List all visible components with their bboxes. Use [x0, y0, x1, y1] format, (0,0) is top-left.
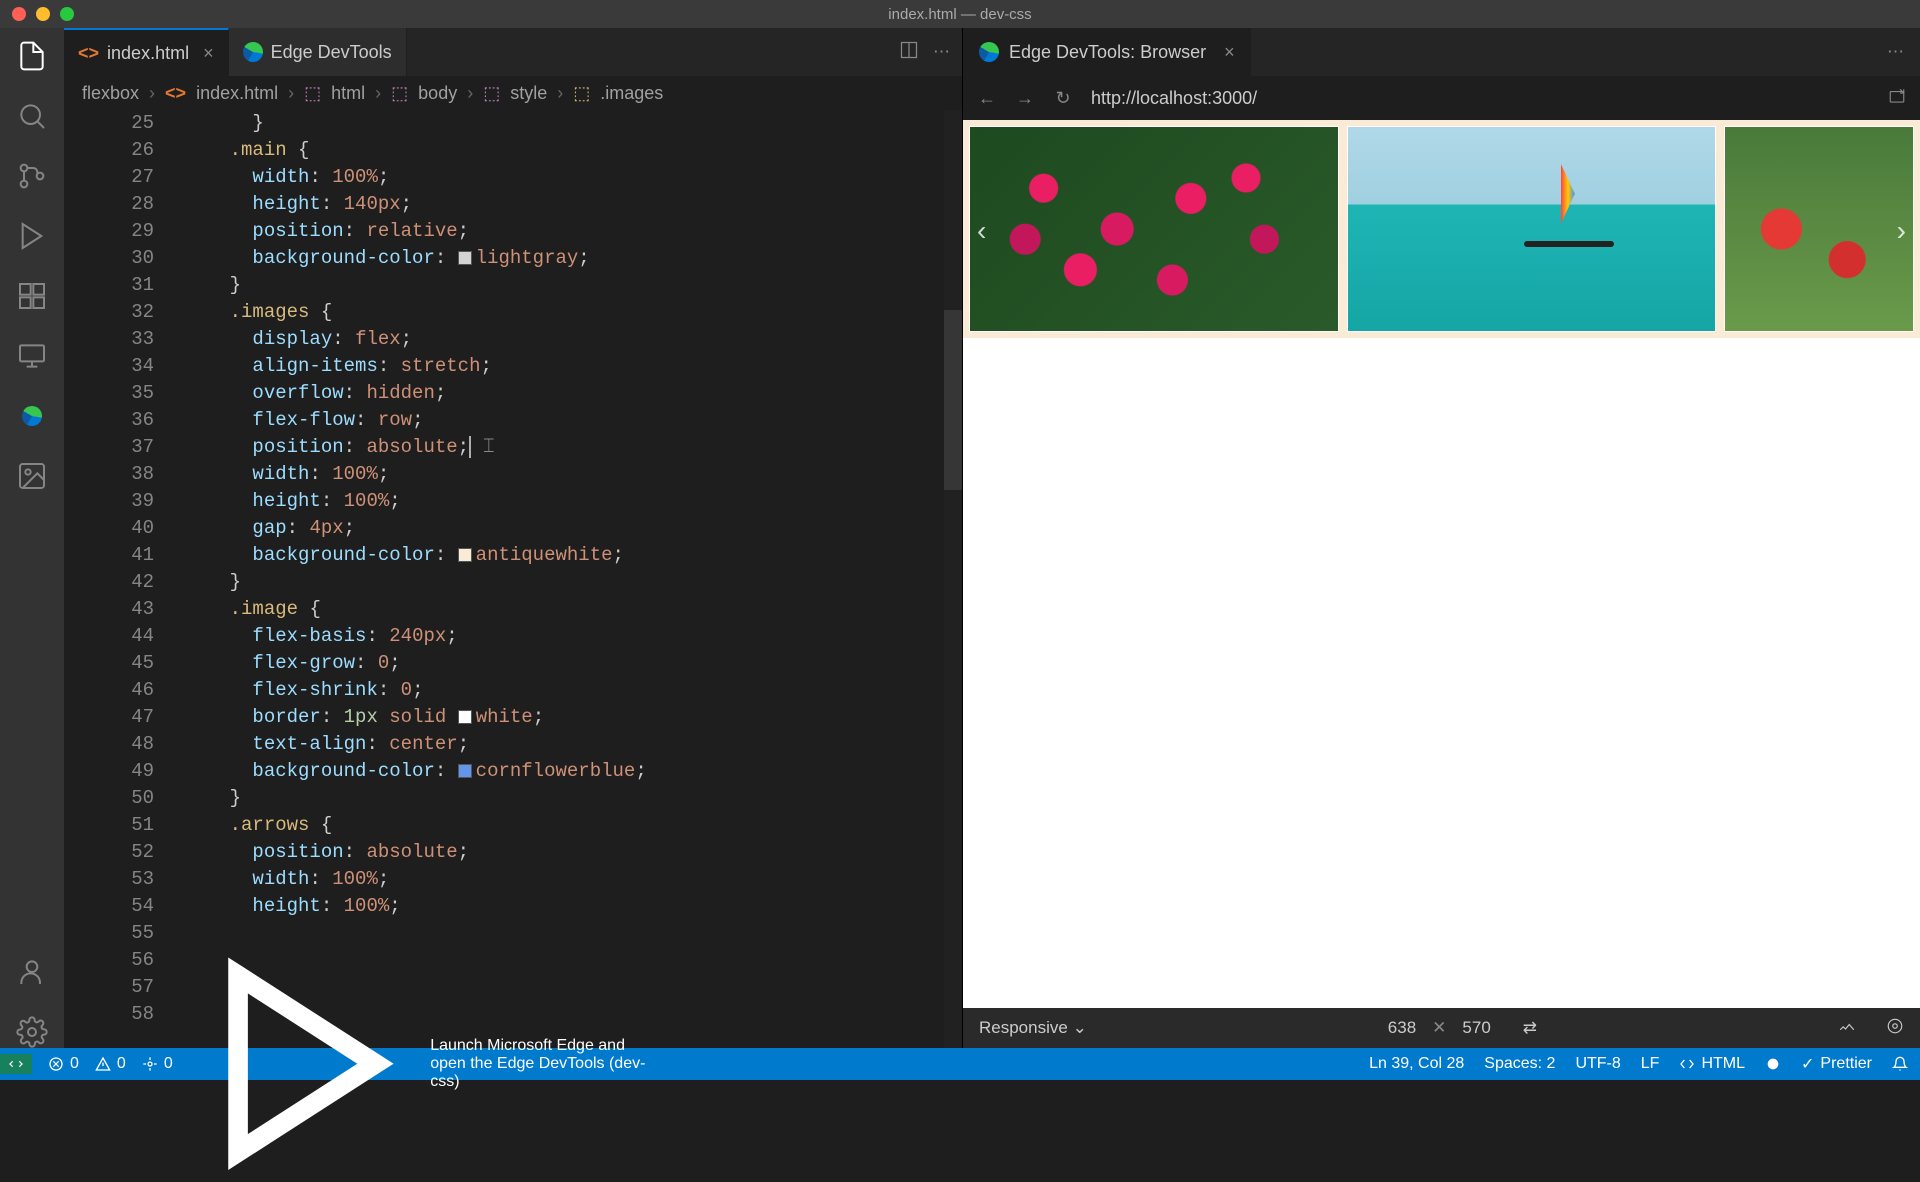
maximize-window-button[interactable]	[60, 7, 74, 21]
minimap[interactable]	[944, 110, 962, 1048]
tab-devtools-browser[interactable]: Edge DevTools: Browser ×	[963, 28, 1251, 76]
prettier-status[interactable]: ✓ Prettier	[1801, 1054, 1872, 1074]
split-editor-icon[interactable]	[899, 40, 919, 65]
close-tab-icon[interactable]: ×	[1224, 42, 1235, 63]
forward-icon[interactable]: →	[1015, 88, 1035, 109]
edge-icon	[979, 42, 999, 62]
run-debug-icon[interactable]	[16, 220, 48, 252]
more-actions-icon[interactable]: ⋯	[933, 42, 950, 62]
carousel-prev-icon[interactable]: ‹	[977, 215, 986, 247]
editor-tab-bar: <> index.html × Edge DevTools ⋯	[64, 28, 962, 76]
tab-label: Edge DevTools: Browser	[1009, 42, 1206, 63]
html-file-icon: <>	[78, 43, 99, 64]
viewport-height[interactable]: 570	[1462, 1018, 1490, 1038]
breadcrumb-item[interactable]: flexbox	[82, 83, 139, 104]
cursor-position[interactable]: Ln 39, Col 28	[1369, 1055, 1464, 1073]
remote-explorer-icon[interactable]	[16, 340, 48, 372]
indentation[interactable]: Spaces: 2	[1484, 1055, 1555, 1073]
breadcrumb-item[interactable]: html	[331, 83, 365, 104]
minimap-thumb[interactable]	[944, 310, 962, 490]
extensions-icon[interactable]	[16, 280, 48, 312]
encoding[interactable]: UTF-8	[1575, 1055, 1620, 1073]
image-tool-icon[interactable]	[16, 460, 48, 492]
activity-bar	[0, 28, 64, 1048]
devtools-browser-panel: Edge DevTools: Browser × ⋯ ← → ↻ http://…	[962, 28, 1920, 1048]
tab-label: Edge DevTools	[271, 42, 392, 63]
element-icon: ⬚	[483, 83, 500, 104]
chevron-right-icon: ›	[557, 83, 563, 104]
editor-group: <> index.html × Edge DevTools ⋯ flexbox …	[64, 28, 962, 1048]
go-live-icon[interactable]	[1765, 1056, 1781, 1072]
page-preview[interactable]: ‹ ›	[963, 120, 1920, 1008]
more-actions-icon[interactable]: ⋯	[1887, 42, 1904, 62]
status-bar: 0 0 0 Launch Microsoft Edge and open the…	[0, 1048, 1920, 1080]
chevron-right-icon: ›	[288, 83, 294, 104]
close-tab-icon[interactable]: ×	[203, 43, 214, 64]
carousel-image-1	[969, 126, 1339, 332]
right-tab-bar: Edge DevTools: Browser × ⋯	[963, 28, 1920, 76]
carousel-next-icon[interactable]: ›	[1897, 215, 1906, 247]
edge-icon	[243, 42, 263, 62]
chevron-right-icon: ›	[467, 83, 473, 104]
explorer-icon[interactable]	[16, 40, 48, 72]
edge-devtools-icon[interactable]	[16, 400, 48, 432]
viewport-width[interactable]: 638	[1388, 1018, 1416, 1038]
breadcrumb-item[interactable]: style	[510, 83, 547, 104]
ports-count[interactable]: 0	[142, 1055, 173, 1073]
device-toolbar: Responsive ⌄ 638 ✕ 570 ⇄	[963, 1008, 1920, 1048]
source-control-icon[interactable]	[16, 160, 48, 192]
url-bar[interactable]: http://localhost:3000/	[1091, 88, 1870, 109]
screenshot-icon[interactable]	[1838, 1017, 1856, 1040]
remote-indicator[interactable]	[0, 1054, 32, 1074]
element-icon: ⬚	[391, 83, 408, 104]
html-file-icon: <>	[165, 83, 186, 104]
chevron-right-icon: ›	[149, 83, 155, 104]
device-selector[interactable]: Responsive ⌄	[979, 1018, 1087, 1038]
carousel-image-2	[1347, 126, 1717, 332]
language-mode[interactable]: HTML	[1679, 1055, 1745, 1073]
browser-nav-bar: ← → ↻ http://localhost:3000/	[963, 76, 1920, 120]
rotate-icon[interactable]: ⇄	[1523, 1018, 1537, 1038]
tab-label: index.html	[107, 43, 189, 64]
dimension-separator: ✕	[1432, 1018, 1446, 1038]
eol[interactable]: LF	[1641, 1055, 1660, 1073]
window-controls	[12, 7, 74, 21]
notifications-icon[interactable]	[1892, 1056, 1908, 1072]
open-external-icon[interactable]	[1888, 87, 1906, 110]
inspect-icon[interactable]	[1886, 1017, 1904, 1040]
close-window-button[interactable]	[12, 7, 26, 21]
errors-count[interactable]: 0	[48, 1055, 79, 1073]
code-content[interactable]: } .main { width: 100%; height: 140px; po…	[184, 110, 962, 1048]
selector-icon: ⬚	[573, 83, 590, 104]
reload-icon[interactable]: ↻	[1053, 88, 1073, 109]
tab-edge-devtools[interactable]: Edge DevTools	[229, 28, 407, 76]
breadcrumb-item[interactable]: index.html	[196, 83, 278, 104]
back-icon[interactable]: ←	[977, 88, 997, 109]
carousel	[963, 120, 1920, 338]
search-icon[interactable]	[16, 100, 48, 132]
code-editor[interactable]: 2526272829303132333435363738394041424344…	[64, 110, 962, 1048]
carousel-image-3	[1724, 126, 1914, 332]
minimize-window-button[interactable]	[36, 7, 50, 21]
breadcrumb-item[interactable]: .images	[600, 83, 663, 104]
window-title: index.html — dev-css	[888, 6, 1031, 23]
chevron-down-icon: ⌄	[1073, 1018, 1087, 1037]
tab-index-html[interactable]: <> index.html ×	[64, 28, 229, 76]
chevron-right-icon: ›	[375, 83, 381, 104]
breadcrumb-item[interactable]: body	[418, 83, 457, 104]
warnings-count[interactable]: 0	[95, 1055, 126, 1073]
element-icon: ⬚	[304, 83, 321, 104]
line-gutter: 2526272829303132333435363738394041424344…	[64, 110, 184, 1048]
titlebar: index.html — dev-css	[0, 0, 1920, 28]
breadcrumbs[interactable]: flexbox › <> index.html › ⬚ html › ⬚ bod…	[64, 76, 962, 110]
